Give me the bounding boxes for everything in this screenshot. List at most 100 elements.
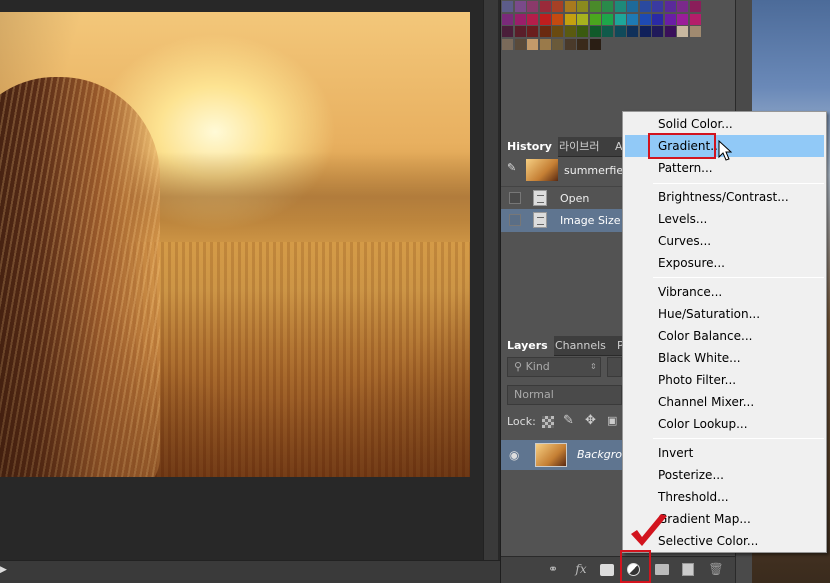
color-swatch[interactable] <box>577 38 588 50</box>
color-swatch[interactable] <box>602 26 613 37</box>
color-swatch[interactable] <box>589 26 601 37</box>
menu-item-black-white[interactable]: Black White... <box>625 347 824 369</box>
tab-libraries[interactable]: 라이브러 <box>553 137 605 157</box>
eye-icon[interactable]: ◉ <box>509 440 519 470</box>
color-swatch[interactable] <box>664 1 676 12</box>
color-swatch[interactable] <box>502 26 513 37</box>
menu-item-color-lookup[interactable]: Color Lookup... <box>625 413 824 435</box>
color-swatch[interactable] <box>689 13 701 25</box>
color-swatch[interactable] <box>577 26 588 37</box>
color-swatch[interactable] <box>627 26 638 37</box>
color-swatch[interactable] <box>614 26 626 37</box>
folder-icon[interactable] <box>655 564 669 575</box>
lock-move-icon[interactable]: ✥ <box>585 413 599 429</box>
color-swatch[interactable] <box>564 13 576 25</box>
color-swatch[interactable] <box>527 26 538 37</box>
color-swatch[interactable] <box>552 13 563 25</box>
color-swatch[interactable] <box>564 1 576 12</box>
color-swatch[interactable] <box>627 1 638 12</box>
color-swatch[interactable] <box>677 26 688 37</box>
color-swatch[interactable] <box>539 26 551 37</box>
color-swatch[interactable] <box>652 26 663 37</box>
layer-filter-select[interactable]: ⚲ Kind ⇕ <box>507 357 601 377</box>
color-swatch[interactable] <box>639 13 651 25</box>
color-swatch[interactable] <box>589 13 601 25</box>
history-checkbox[interactable] <box>509 192 521 204</box>
color-swatch[interactable] <box>502 38 513 50</box>
tab-layers[interactable]: Layers <box>501 336 554 356</box>
color-swatch[interactable] <box>602 13 613 25</box>
menu-item-curves[interactable]: Curves... <box>625 230 824 252</box>
annotation-highlight-box <box>648 133 716 159</box>
color-swatch[interactable] <box>514 1 526 12</box>
color-swatch[interactable] <box>552 1 563 12</box>
menu-item-levels[interactable]: Levels... <box>625 208 824 230</box>
color-swatch[interactable] <box>564 26 576 37</box>
color-swatch[interactable] <box>664 13 676 25</box>
color-swatch[interactable] <box>614 13 626 25</box>
color-swatch[interactable] <box>539 1 551 12</box>
trash-icon[interactable]: 🗑 <box>708 562 724 577</box>
menu-item-invert[interactable]: Invert <box>625 442 824 464</box>
menu-item-hue-saturation[interactable]: Hue/Saturation... <box>625 303 824 325</box>
color-swatch[interactable] <box>539 38 551 50</box>
menu-item-threshold[interactable]: Threshold... <box>625 486 824 508</box>
color-swatch[interactable] <box>627 13 638 25</box>
color-swatch[interactable] <box>514 26 526 37</box>
photo-canvas[interactable] <box>0 12 470 477</box>
color-swatch[interactable] <box>577 1 588 12</box>
adjustment-layer-menu: Solid Color... Gradient... Pattern... Br… <box>622 111 827 553</box>
tab-channels[interactable]: Channels <box>549 336 612 356</box>
fx-icon[interactable]: fx <box>573 562 589 577</box>
color-swatch[interactable] <box>664 26 676 37</box>
color-swatch[interactable] <box>552 26 563 37</box>
menu-item-photo-filter[interactable]: Photo Filter... <box>625 369 824 391</box>
link-icon[interactable]: ⚭ <box>545 562 561 577</box>
lock-all-icon[interactable]: ▣ <box>607 414 619 428</box>
menu-item-brightness-contrast[interactable]: Brightness/Contrast... <box>625 186 824 208</box>
color-swatch[interactable] <box>514 13 526 25</box>
color-swatch[interactable] <box>602 1 613 12</box>
color-swatch[interactable] <box>502 13 513 25</box>
snapshot-label: summerfiel <box>564 164 627 177</box>
lock-paint-icon[interactable]: ✎ <box>563 413 577 429</box>
tab-history[interactable]: History <box>501 137 558 157</box>
color-swatch[interactable] <box>564 38 576 50</box>
menu-item-channel-mixer[interactable]: Channel Mixer... <box>625 391 824 413</box>
color-swatch[interactable] <box>527 1 538 12</box>
color-swatch[interactable] <box>652 13 663 25</box>
image-filter-icon[interactable] <box>607 357 622 377</box>
color-swatch[interactable] <box>502 1 513 12</box>
history-checkbox[interactable] <box>509 214 521 226</box>
canvas-vertical-scrollbar[interactable] <box>483 0 498 560</box>
mask-icon[interactable] <box>600 564 614 576</box>
menu-item-solid-color[interactable]: Solid Color... <box>625 113 824 135</box>
color-swatch[interactable] <box>689 26 701 37</box>
lock-transparent-icon[interactable] <box>542 416 554 428</box>
menu-item-exposure[interactable]: Exposure... <box>625 252 824 274</box>
menu-separator <box>653 438 824 439</box>
color-swatch[interactable] <box>639 26 651 37</box>
color-swatch[interactable] <box>677 1 688 12</box>
color-swatch[interactable] <box>552 38 563 50</box>
canvas-horizontal-scrollbar[interactable] <box>0 560 500 583</box>
color-swatch[interactable] <box>677 13 688 25</box>
scroll-arrow-icon[interactable]: ▶ <box>0 565 8 577</box>
menu-item-posterize[interactable]: Posterize... <box>625 464 824 486</box>
color-swatch[interactable] <box>614 1 626 12</box>
color-swatch[interactable] <box>652 1 663 12</box>
color-swatch[interactable] <box>539 13 551 25</box>
blend-mode-select[interactable]: Normal <box>507 385 622 405</box>
menu-separator <box>653 277 824 278</box>
color-swatch[interactable] <box>514 38 526 50</box>
menu-item-vibrance[interactable]: Vibrance... <box>625 281 824 303</box>
menu-item-color-balance[interactable]: Color Balance... <box>625 325 824 347</box>
color-swatch[interactable] <box>577 13 588 25</box>
color-swatch[interactable] <box>639 1 651 12</box>
color-swatch[interactable] <box>589 38 601 50</box>
color-swatch[interactable] <box>527 38 538 50</box>
color-swatch[interactable] <box>527 13 538 25</box>
color-swatch[interactable] <box>589 1 601 12</box>
new-layer-icon[interactable] <box>682 563 694 576</box>
color-swatch[interactable] <box>689 1 701 12</box>
